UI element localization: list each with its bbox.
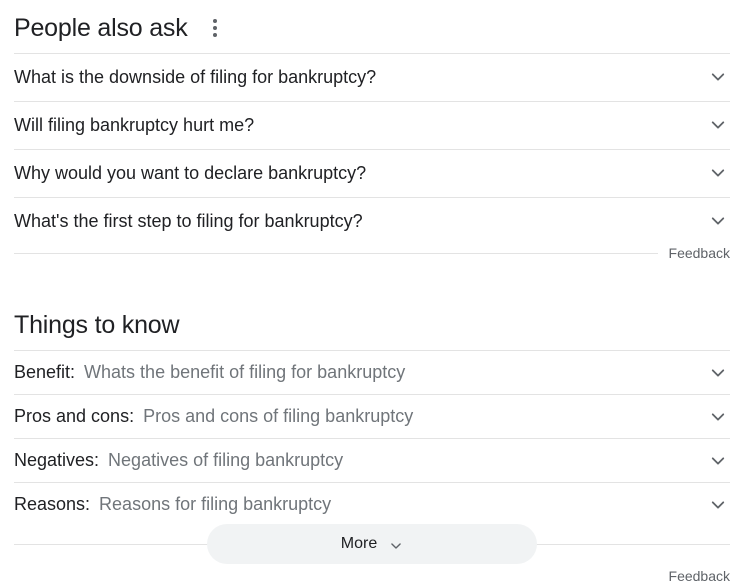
things-to-know-row[interactable]: Negatives: Negatives of filing bankruptcy: [14, 438, 730, 482]
chevron-down-icon[interactable]: [706, 449, 730, 473]
row-description: Negatives of filing bankruptcy: [108, 450, 344, 470]
row-content: Reasons: Reasons for filing bankruptcy: [14, 494, 331, 515]
row-label: Pros and cons:: [14, 406, 135, 426]
chevron-down-icon[interactable]: [706, 113, 730, 137]
things-to-know-row[interactable]: Benefit: Whats the benefit of filing for …: [14, 350, 730, 394]
chevron-down-icon[interactable]: [706, 405, 730, 429]
more-button-label: More: [340, 535, 378, 552]
feedback-link[interactable]: Feedback: [669, 568, 730, 584]
things-to-know-row[interactable]: Reasons: Reasons for filing bankruptcy: [14, 482, 730, 526]
paa-question-row[interactable]: What's the first step to filing for bank…: [14, 197, 730, 244]
row-content: Pros and cons: Pros and cons of filing ba…: [14, 406, 413, 427]
row-label: Reasons:: [14, 494, 91, 514]
chevron-down-icon[interactable]: [706, 161, 730, 185]
chevron-down-icon[interactable]: [706, 493, 730, 517]
chevron-down-icon[interactable]: [706, 361, 730, 385]
paa-question-text: What's the first step to filing for bank…: [14, 210, 363, 231]
more-button[interactable]: More: [207, 524, 537, 564]
row-description: Whats the benefit of filing for bankrupt…: [84, 362, 406, 382]
chevron-down-icon[interactable]: [706, 209, 730, 233]
feedback-link[interactable]: Feedback: [669, 245, 730, 261]
paa-question-row[interactable]: What is the downside of filing for bankr…: [14, 53, 730, 100]
things-to-know-header: Things to know: [14, 307, 180, 343]
chevron-down-icon[interactable]: [706, 65, 730, 89]
paa-question-text: What is the downside of filing for bankr…: [14, 66, 377, 87]
row-label: Benefit:: [14, 362, 76, 382]
paa-question-text: Will filing bankruptcy hurt me?: [14, 114, 255, 135]
more-vert-icon[interactable]: [208, 17, 222, 39]
things-to-know-row[interactable]: Pros and cons: Pros and cons of filing ba…: [14, 394, 730, 438]
things-to-know-title: Things to know: [14, 310, 180, 339]
people-also-ask-title: People also ask: [14, 13, 188, 42]
paa-question-text: Why would you want to declare bankruptcy…: [14, 162, 367, 183]
row-content: Negatives: Negatives of filing bankruptcy: [14, 450, 343, 471]
paa-question-row[interactable]: Will filing bankruptcy hurt me?: [14, 101, 730, 148]
row-description: Pros and cons of filing bankruptcy: [143, 406, 414, 426]
people-also-ask-header: People also ask: [14, 10, 222, 46]
row-content: Benefit: Whats the benefit of filing for …: [14, 362, 405, 383]
paa-question-row[interactable]: Why would you want to declare bankruptcy…: [14, 149, 730, 196]
divider: [14, 253, 658, 254]
chevron-down-icon: [391, 542, 402, 549]
row-label: Negatives:: [14, 450, 100, 470]
row-description: Reasons for filing bankruptcy: [99, 494, 332, 514]
